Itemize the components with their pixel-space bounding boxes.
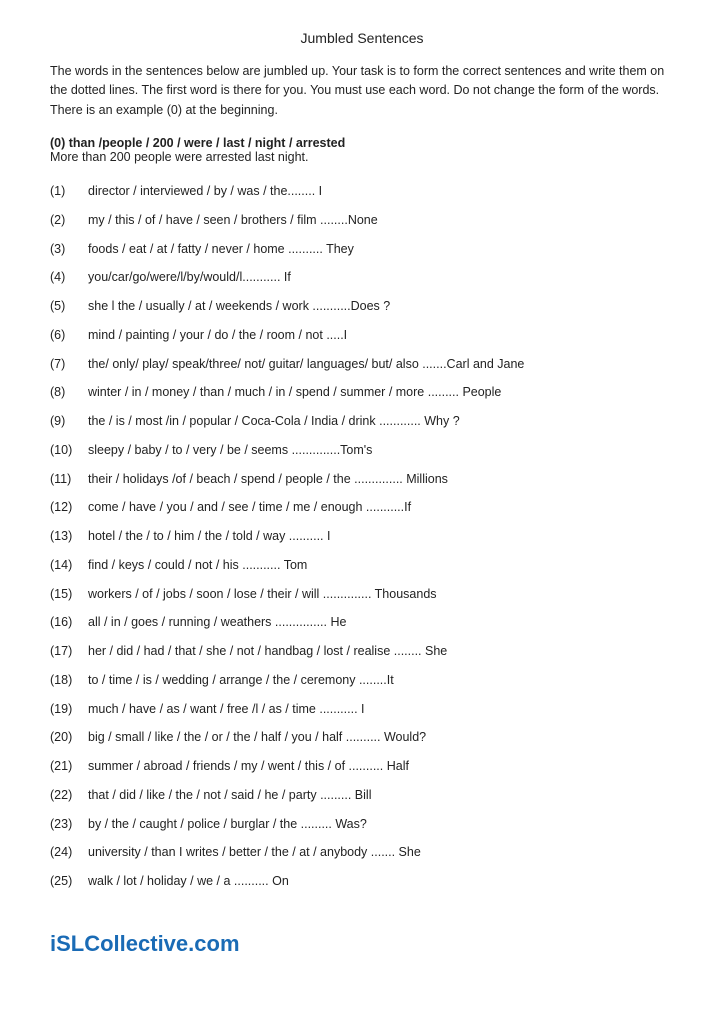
sentence-text: director / interviewed / by / was / the.… (88, 182, 674, 201)
sentence-text: that / did / like / the / not / said / h… (88, 786, 674, 805)
sentence-number: (5) (50, 297, 88, 316)
example-prompt: (0) than /people / 200 / were / last / n… (50, 136, 674, 150)
list-item: (22)that / did / like / the / not / said… (50, 786, 674, 805)
list-item: (7)the/ only/ play/ speak/three/ not/ gu… (50, 355, 674, 374)
list-item: (20)big / small / like / the / or / the … (50, 728, 674, 747)
sentence-number: (7) (50, 355, 88, 374)
sentence-text: find / keys / could / not / his ........… (88, 556, 674, 575)
list-item: (21)summer / abroad / friends / my / wen… (50, 757, 674, 776)
sentence-number: (1) (50, 182, 88, 201)
list-item: (5)she l the / usually / at / weekends /… (50, 297, 674, 316)
sentence-number: (21) (50, 757, 88, 776)
instructions-text: The words in the sentences below are jum… (50, 62, 674, 120)
list-item: (13)hotel / the / to / him / the / told … (50, 527, 674, 546)
sentence-number: (13) (50, 527, 88, 546)
sentence-text: university / than I writes / better / th… (88, 843, 674, 862)
page-title: Jumbled Sentences (50, 30, 674, 46)
sentence-text: sleepy / baby / to / very / be / seems .… (88, 441, 674, 460)
sentence-number: (15) (50, 585, 88, 604)
sentence-text: big / small / like / the / or / the / ha… (88, 728, 674, 747)
sentence-number: (11) (50, 470, 88, 489)
list-item: (10)sleepy / baby / to / very / be / see… (50, 441, 674, 460)
sentence-number: (10) (50, 441, 88, 460)
sentence-number: (19) (50, 700, 88, 719)
sentence-text: all / in / goes / running / weathers ...… (88, 613, 674, 632)
sentence-number: (23) (50, 815, 88, 834)
sentence-text: the / is / most /in / popular / Coca-Col… (88, 412, 674, 431)
sentence-number: (4) (50, 268, 88, 287)
sentence-text: winter / in / money / than / much / in /… (88, 383, 674, 402)
sentence-text: workers / of / jobs / soon / lose / thei… (88, 585, 674, 604)
sentence-text: walk / lot / holiday / we / a ..........… (88, 872, 674, 891)
example-answer: More than 200 people were arrested last … (50, 150, 674, 164)
footer-logo: iSLCollective.com (50, 931, 674, 957)
sentence-text: come / have / you / and / see / time / m… (88, 498, 674, 517)
sentence-number: (14) (50, 556, 88, 575)
sentence-text: she l the / usually / at / weekends / wo… (88, 297, 674, 316)
sentence-number: (3) (50, 240, 88, 259)
list-item: (4)you/car/go/were/l/by/would/l.........… (50, 268, 674, 287)
list-item: (25)walk / lot / holiday / we / a ......… (50, 872, 674, 891)
list-item: (16)all / in / goes / running / weathers… (50, 613, 674, 632)
sentence-number: (17) (50, 642, 88, 661)
sentence-number: (20) (50, 728, 88, 747)
list-item: (14)find / keys / could / not / his ....… (50, 556, 674, 575)
sentence-number: (24) (50, 843, 88, 862)
list-item: (17)her / did / had / that / she / not /… (50, 642, 674, 661)
sentence-number: (9) (50, 412, 88, 431)
sentence-text: much / have / as / want / free /l / as /… (88, 700, 674, 719)
sentence-number: (12) (50, 498, 88, 517)
list-item: (6)mind / painting / your / do / the / r… (50, 326, 674, 345)
list-item: (9)the / is / most /in / popular / Coca-… (50, 412, 674, 431)
list-item: (3)foods / eat / at / fatty / never / ho… (50, 240, 674, 259)
sentence-text: summer / abroad / friends / my / went / … (88, 757, 674, 776)
sentence-number: (2) (50, 211, 88, 230)
sentences-list: (1)director / interviewed / by / was / t… (50, 182, 674, 891)
list-item: (8)winter / in / money / than / much / i… (50, 383, 674, 402)
sentence-text: the/ only/ play/ speak/three/ not/ guita… (88, 355, 674, 374)
sentence-text: hotel / the / to / him / the / told / wa… (88, 527, 674, 546)
list-item: (15)workers / of / jobs / soon / lose / … (50, 585, 674, 604)
list-item: (24)university / than I writes / better … (50, 843, 674, 862)
sentence-text: mind / painting / your / do / the / room… (88, 326, 674, 345)
sentence-number: (8) (50, 383, 88, 402)
sentence-number: (16) (50, 613, 88, 632)
sentence-text: you/car/go/were/l/by/would/l........... … (88, 268, 674, 287)
list-item: (1)director / interviewed / by / was / t… (50, 182, 674, 201)
sentence-text: her / did / had / that / she / not / han… (88, 642, 674, 661)
example-block: (0) than /people / 200 / were / last / n… (50, 136, 674, 164)
sentence-text: foods / eat / at / fatty / never / home … (88, 240, 674, 259)
list-item: (19)much / have / as / want / free /l / … (50, 700, 674, 719)
sentence-number: (22) (50, 786, 88, 805)
sentence-number: (6) (50, 326, 88, 345)
list-item: (2)my / this / of / have / seen / brothe… (50, 211, 674, 230)
sentence-text: to / time / is / wedding / arrange / the… (88, 671, 674, 690)
list-item: (23)by / the / caught / police / burglar… (50, 815, 674, 834)
list-item: (11)their / holidays /of / beach / spend… (50, 470, 674, 489)
sentence-text: their / holidays /of / beach / spend / p… (88, 470, 674, 489)
sentence-text: my / this / of / have / seen / brothers … (88, 211, 674, 230)
list-item: (12)come / have / you / and / see / time… (50, 498, 674, 517)
sentence-number: (18) (50, 671, 88, 690)
list-item: (18)to / time / is / wedding / arrange /… (50, 671, 674, 690)
sentence-text: by / the / caught / police / burglar / t… (88, 815, 674, 834)
sentence-number: (25) (50, 872, 88, 891)
